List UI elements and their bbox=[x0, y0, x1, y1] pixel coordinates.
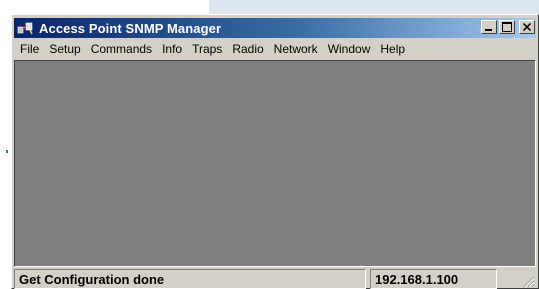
menu-window[interactable]: Window bbox=[323, 40, 376, 58]
maximize-icon[interactable] bbox=[499, 20, 515, 34]
caption-buttons bbox=[481, 20, 535, 34]
edge-marker bbox=[6, 150, 8, 153]
resize-grip-icon[interactable] bbox=[497, 269, 536, 289]
close-icon[interactable] bbox=[519, 20, 535, 34]
mdi-workspace[interactable] bbox=[14, 60, 536, 267]
menu-bar: File Setup Commands Info Traps Radio Net… bbox=[14, 39, 536, 59]
status-bar: Get Configuration done 192.168.1.100 bbox=[14, 269, 536, 289]
menu-file[interactable]: File bbox=[14, 40, 44, 58]
menu-info[interactable]: Info bbox=[157, 40, 187, 58]
status-message: Get Configuration done bbox=[14, 269, 366, 289]
menu-commands[interactable]: Commands bbox=[86, 40, 157, 58]
menu-radio[interactable]: Radio bbox=[227, 40, 268, 58]
menu-traps[interactable]: Traps bbox=[187, 40, 227, 58]
window-title: Access Point SNMP Manager bbox=[39, 20, 222, 36]
app-icon[interactable] bbox=[17, 20, 35, 36]
status-ip-address: 192.168.1.100 bbox=[370, 269, 497, 289]
menu-help[interactable]: Help bbox=[375, 40, 410, 58]
menu-setup[interactable]: Setup bbox=[44, 40, 85, 58]
minimize-icon[interactable] bbox=[481, 20, 497, 34]
title-bar[interactable]: Access Point SNMP Manager bbox=[14, 18, 536, 38]
app-window: Access Point SNMP Manager File Setup Com… bbox=[11, 14, 539, 289]
menu-network[interactable]: Network bbox=[269, 40, 323, 58]
